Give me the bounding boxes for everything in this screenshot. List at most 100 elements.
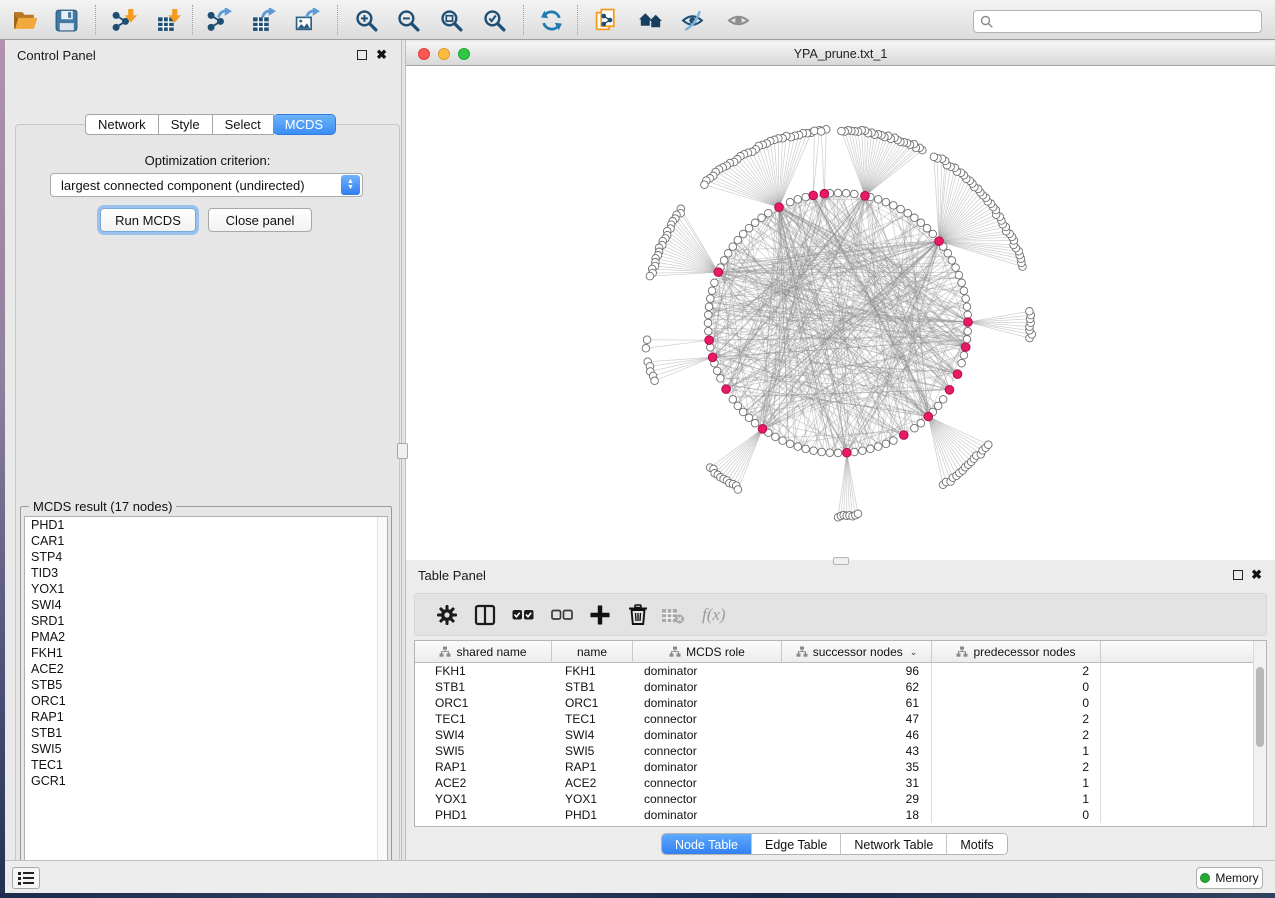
- network-node[interactable]: [917, 419, 925, 427]
- network-node[interactable]: [904, 209, 912, 217]
- tab-node-table[interactable]: Node Table: [662, 834, 752, 855]
- network-node[interactable]: [955, 271, 963, 279]
- result-node-item[interactable]: STB5: [25, 677, 387, 693]
- network-node[interactable]: [842, 190, 850, 198]
- network-node[interactable]: [707, 295, 715, 303]
- result-node-item[interactable]: YOX1: [25, 581, 387, 597]
- mcds-hub-node[interactable]: [758, 425, 767, 434]
- result-node-item[interactable]: GCR1: [25, 773, 387, 789]
- import-table-button[interactable]: [150, 3, 186, 37]
- tab-mcds[interactable]: MCDS: [273, 114, 336, 135]
- network-node[interactable]: [962, 295, 970, 303]
- mcds-hub-node[interactable]: [953, 370, 962, 379]
- network-node[interactable]: [960, 287, 968, 295]
- homes-button[interactable]: [632, 3, 668, 37]
- task-history-button[interactable]: [12, 867, 40, 889]
- network-node[interactable]: [704, 319, 712, 327]
- network-leaf-node[interactable]: [817, 128, 825, 136]
- criterion-dropdown[interactable]: largest connected component (undirected)…: [50, 173, 363, 197]
- zoom-fit-button[interactable]: [433, 3, 469, 37]
- result-node-item[interactable]: SRD1: [25, 613, 387, 629]
- network-node[interactable]: [745, 224, 753, 232]
- float-window-icon[interactable]: [1233, 570, 1243, 580]
- column-header-successor-nodes[interactable]: successor nodes⌄: [782, 641, 932, 663]
- network-node[interactable]: [734, 402, 742, 410]
- network-node[interactable]: [705, 327, 713, 335]
- network-node[interactable]: [958, 279, 966, 287]
- mcds-hub-node[interactable]: [861, 192, 870, 201]
- zoom-selected-button[interactable]: [476, 3, 512, 37]
- mcds-hub-node[interactable]: [775, 203, 784, 212]
- eye-slash-button[interactable]: [675, 3, 711, 37]
- network-node[interactable]: [802, 193, 810, 201]
- network-node[interactable]: [867, 445, 875, 453]
- result-node-item[interactable]: ORC1: [25, 693, 387, 709]
- network-node[interactable]: [729, 396, 737, 404]
- delete-column-button[interactable]: [622, 599, 654, 631]
- result-node-item[interactable]: STP4: [25, 549, 387, 565]
- table-row[interactable]: SWI5SWI5connector431: [415, 743, 1254, 759]
- tab-select[interactable]: Select: [213, 114, 274, 135]
- eye-button[interactable]: [720, 3, 756, 37]
- refresh-button[interactable]: [533, 3, 569, 37]
- network-node[interactable]: [851, 448, 859, 456]
- network-node[interactable]: [882, 440, 890, 448]
- network-node[interactable]: [859, 447, 867, 455]
- network-node[interactable]: [882, 198, 890, 206]
- mcds-result-list[interactable]: PHD1CAR1STP4TID3YOX1SWI4SRD1PMA2FKH1ACE2…: [24, 516, 388, 874]
- network-leaf-node[interactable]: [838, 127, 846, 135]
- float-window-icon[interactable]: [357, 50, 367, 60]
- export-table-button[interactable]: [245, 3, 281, 37]
- network-leaf-node[interactable]: [930, 153, 938, 161]
- mcds-hub-node[interactable]: [714, 268, 723, 277]
- result-node-item[interactable]: TID3: [25, 565, 387, 581]
- vertical-splitter-handle[interactable]: [397, 443, 408, 459]
- network-node[interactable]: [751, 419, 759, 427]
- close-panel-button[interactable]: Close panel: [208, 208, 312, 232]
- network-node[interactable]: [874, 196, 882, 204]
- network-leaf-node[interactable]: [643, 336, 651, 344]
- import-network-button[interactable]: [106, 3, 142, 37]
- network-node[interactable]: [765, 209, 773, 217]
- result-node-item[interactable]: CAR1: [25, 533, 387, 549]
- mcds-hub-node[interactable]: [900, 431, 909, 440]
- mcds-hub-node[interactable]: [964, 318, 973, 327]
- network-leaf-node[interactable]: [734, 486, 742, 494]
- tab-style[interactable]: Style: [159, 114, 213, 135]
- search-input[interactable]: [994, 12, 1261, 31]
- network-node[interactable]: [724, 250, 732, 258]
- table-scrollbar[interactable]: [1253, 641, 1266, 826]
- column-header-shared-name[interactable]: shared name: [415, 641, 552, 663]
- mcds-hub-node[interactable]: [809, 191, 818, 200]
- network-node[interactable]: [786, 198, 794, 206]
- table-row[interactable]: ACE2ACE2connector311: [415, 775, 1254, 791]
- tab-motifs[interactable]: Motifs: [947, 834, 1006, 855]
- mcds-hub-node[interactable]: [705, 336, 714, 345]
- table-row[interactable]: YOX1YOX1connector291: [415, 791, 1254, 807]
- network-node[interactable]: [911, 424, 919, 432]
- column-header-predecessor-nodes[interactable]: predecessor nodes: [932, 641, 1101, 663]
- column-layout-button[interactable]: [469, 599, 501, 631]
- memory-button[interactable]: Memory: [1196, 867, 1263, 889]
- network-node[interactable]: [705, 311, 713, 319]
- network-node[interactable]: [734, 236, 742, 244]
- network-node[interactable]: [958, 359, 966, 367]
- network-node[interactable]: [917, 219, 925, 227]
- result-node-item[interactable]: SWI4: [25, 597, 387, 613]
- network-node[interactable]: [717, 375, 725, 383]
- table-row[interactable]: TEC1TEC1connector472: [415, 711, 1254, 727]
- network-leaf-node[interactable]: [985, 441, 993, 449]
- network-node[interactable]: [944, 250, 952, 258]
- tab-network-table[interactable]: Network Table: [841, 834, 947, 855]
- network-node[interactable]: [772, 433, 780, 441]
- network-leaf-node[interactable]: [1026, 308, 1034, 316]
- network-node[interactable]: [911, 214, 919, 222]
- zoom-out-button[interactable]: [390, 3, 426, 37]
- network-node[interactable]: [739, 230, 747, 238]
- select-all-rows-button[interactable]: [507, 599, 539, 631]
- network-node[interactable]: [794, 443, 802, 451]
- network-node[interactable]: [851, 190, 859, 198]
- network-node[interactable]: [834, 189, 842, 197]
- network-node[interactable]: [934, 402, 942, 410]
- network-node[interactable]: [739, 408, 747, 416]
